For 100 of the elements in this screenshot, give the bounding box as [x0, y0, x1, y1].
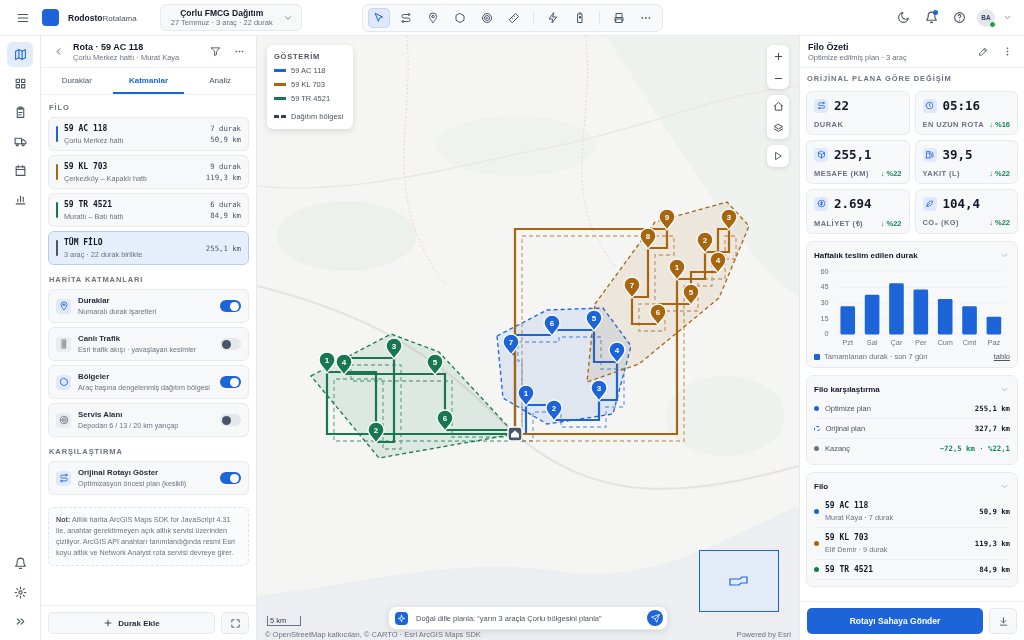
- pin-icon: [58, 301, 69, 311]
- map-pin[interactable]: 7: [502, 333, 520, 356]
- map-pin[interactable]: 4: [335, 353, 353, 376]
- download-icon: [997, 615, 1009, 627]
- lightning-icon: [547, 11, 559, 24]
- map-pin[interactable]: 2: [367, 421, 385, 444]
- map-pin[interactable]: 1: [668, 258, 686, 281]
- calendar-icon: [13, 164, 27, 177]
- map-pin[interactable]: 6: [649, 303, 667, 326]
- chart-bar: [864, 294, 880, 335]
- route-icon: [58, 473, 69, 483]
- chart-bar: [937, 298, 953, 335]
- hexagon-icon: [454, 11, 466, 24]
- map-pin[interactable]: 3: [720, 208, 738, 231]
- route-icon: [816, 101, 826, 110]
- moon-icon: [896, 11, 910, 24]
- extent-shape-icon: [729, 576, 749, 586]
- map-pin[interactable]: 1: [517, 384, 535, 407]
- expand-button[interactable]: [221, 612, 249, 634]
- help-icon: [952, 11, 966, 24]
- truck-icon: [13, 135, 27, 148]
- panel-title: Filo Özeti: [808, 41, 850, 52]
- toggle-switch[interactable]: [220, 414, 241, 426]
- toggle-switch[interactable]: [220, 300, 241, 312]
- plus-icon: [772, 50, 784, 62]
- legend-dot: [814, 446, 819, 451]
- target-icon: [481, 11, 493, 24]
- pin-icon: [427, 11, 439, 24]
- caret-icon: [1003, 13, 1012, 22]
- toggle-switch[interactable]: [220, 472, 241, 484]
- depot-marker[interactable]: [507, 426, 523, 442]
- brand-name: RodostoRotalama: [68, 12, 137, 23]
- bell-icon: [13, 557, 27, 570]
- tool-button[interactable]: [368, 7, 390, 28]
- stat-value: 05:16: [942, 98, 981, 113]
- send-to-field-button[interactable]: Rotayı Sahaya Gönder: [807, 608, 983, 634]
- legend-swatch: [814, 353, 820, 360]
- toggle-switch[interactable]: [220, 338, 241, 350]
- card-title: Filo: [814, 481, 829, 491]
- plate-text: 59 AC 118: [825, 501, 870, 510]
- plate-text: TÜM FİLO: [64, 237, 104, 247]
- chart-bar: [840, 306, 856, 335]
- plus-icon: [103, 618, 114, 628]
- map-pin[interactable]: 6: [543, 314, 561, 337]
- stat-value: 39,5: [942, 147, 973, 162]
- layers-icon: [772, 122, 784, 134]
- hexagon-icon: [58, 377, 69, 387]
- stat-value: 104,4: [942, 196, 981, 211]
- plate-text: 59 TR 4521: [825, 565, 875, 574]
- fuel-icon: [925, 150, 934, 159]
- map-pin[interactable]: 5: [426, 353, 444, 376]
- plate-text: 59 KL 703: [64, 161, 109, 171]
- printer-icon: [613, 11, 625, 24]
- home-icon: [772, 100, 784, 112]
- map-pin[interactable]: 4: [709, 251, 727, 274]
- map-pin[interactable]: 4: [608, 341, 626, 364]
- toggle-switch[interactable]: [220, 376, 241, 388]
- tab[interactable]: Analiz: [184, 68, 256, 94]
- cursor-icon: [373, 11, 385, 24]
- coin-icon: [816, 199, 826, 208]
- plate-text: 59 KL 703: [825, 533, 870, 542]
- plate-text: 59 TR 4521: [64, 199, 114, 209]
- send-button[interactable]: [647, 610, 663, 626]
- chart-bar: [986, 316, 1002, 335]
- expand-icon: [229, 617, 241, 629]
- map-pin[interactable]: 3: [590, 379, 608, 402]
- map-pin[interactable]: 5: [682, 283, 700, 306]
- stat-value: 2.694: [834, 196, 872, 211]
- map-pin[interactable]: 7: [623, 276, 641, 299]
- stat-value: 22: [834, 98, 850, 113]
- map-icon: [13, 48, 27, 61]
- panel-title: Rota · 59 AC 118: [73, 41, 145, 52]
- edit-icon: [977, 46, 989, 57]
- tab[interactable]: Duraklar: [41, 68, 113, 94]
- chart-icon: [13, 193, 27, 206]
- ruler-icon: [508, 11, 520, 24]
- plate-text: 59 AC 118: [64, 123, 109, 133]
- sparkle-icon: [397, 613, 406, 623]
- leaf-icon: [925, 199, 934, 208]
- rail-button[interactable]: [7, 42, 33, 67]
- map-pin[interactable]: 2: [545, 399, 563, 422]
- map-pin[interactable]: 1: [318, 351, 336, 374]
- card-title: Filo karşılaştırma: [814, 384, 880, 394]
- overview-map[interactable]: [699, 550, 779, 612]
- clock-icon: [925, 101, 934, 110]
- filter-icon: [209, 46, 221, 57]
- map-pin[interactable]: 9: [658, 208, 676, 231]
- chart-bar: [889, 283, 904, 335]
- map-pin[interactable]: 3: [385, 337, 403, 360]
- logo-icon: [42, 9, 59, 26]
- map-pin[interactable]: 8: [639, 227, 657, 250]
- map-pin[interactable]: 2: [696, 231, 714, 254]
- map-pin[interactable]: 6: [436, 409, 454, 432]
- target-icon: [58, 415, 69, 425]
- card-title: Haftalık teslim edilen durak: [814, 250, 918, 260]
- map-pin[interactable]: 5: [585, 309, 603, 332]
- grid-icon: [13, 77, 27, 90]
- add-stop-button[interactable]: Durak Ekle: [48, 612, 215, 634]
- tab[interactable]: Katmanlar: [112, 68, 185, 94]
- bell-icon: [924, 11, 938, 24]
